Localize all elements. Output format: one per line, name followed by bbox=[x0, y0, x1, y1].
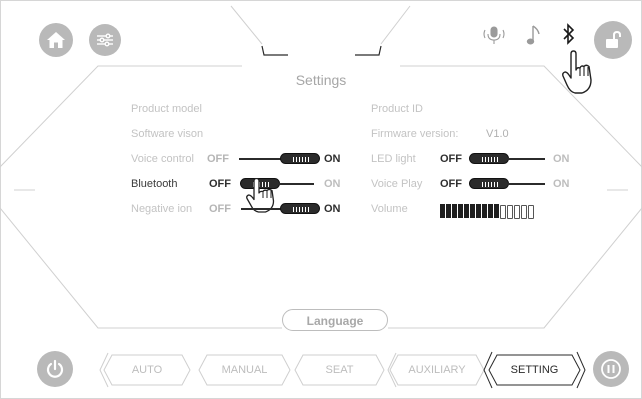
tab-manual[interactable]: MANUAL bbox=[199, 355, 290, 385]
tab-outlines bbox=[99, 351, 586, 389]
pause-button[interactable] bbox=[593, 351, 629, 387]
power-button[interactable] bbox=[37, 351, 73, 387]
power-icon bbox=[46, 359, 64, 378]
tab-setting[interactable]: SETTING bbox=[489, 355, 580, 385]
pause-icon bbox=[601, 359, 621, 379]
tab-auto[interactable]: AUTO bbox=[104, 355, 190, 385]
tab-auxiliary[interactable]: AUXILIARY bbox=[390, 355, 484, 385]
tab-seat[interactable]: SEAT bbox=[295, 355, 384, 385]
